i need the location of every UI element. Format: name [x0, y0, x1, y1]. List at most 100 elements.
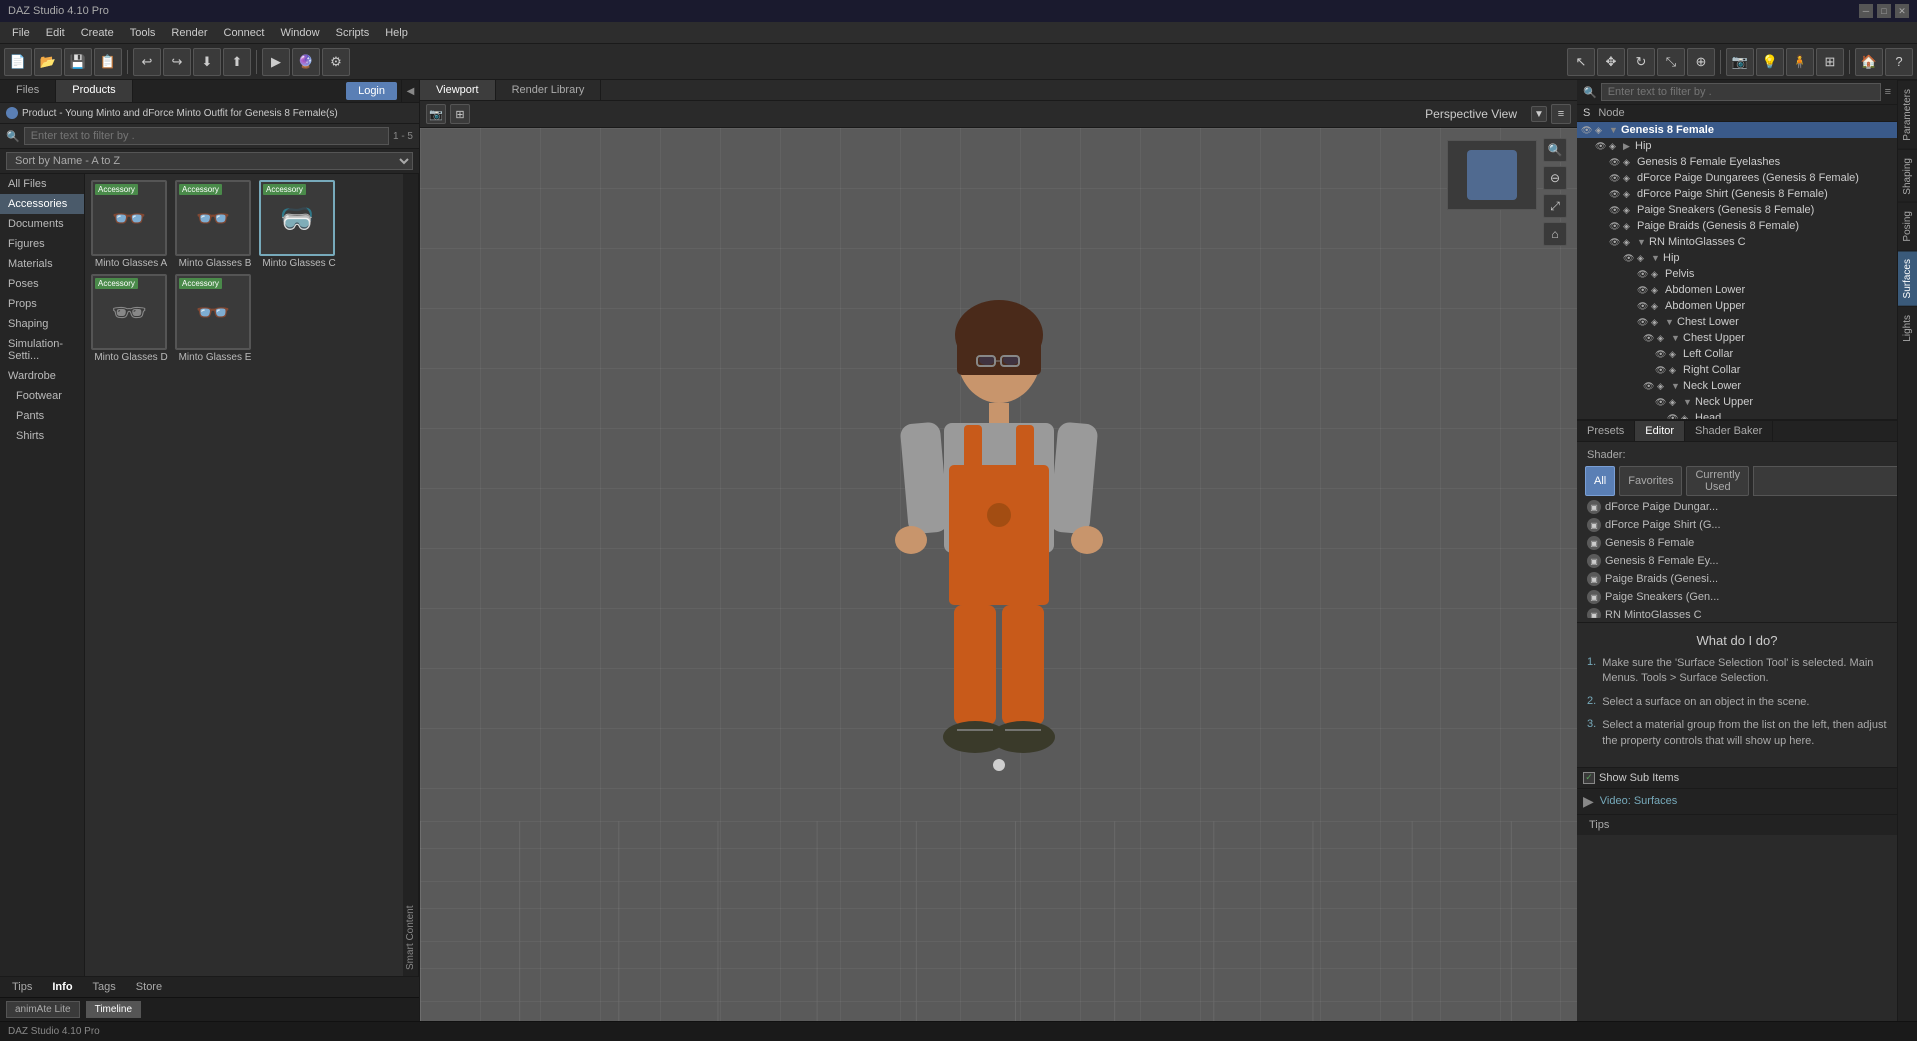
vtab-lights[interactable]: Lights: [1898, 306, 1917, 350]
tree-neck-upper[interactable]: 👁 ◈ ▼ Neck Upper: [1577, 394, 1897, 410]
save-as-btn[interactable]: 📋: [94, 48, 122, 76]
redo-btn[interactable]: ↪: [163, 48, 191, 76]
universal-btn[interactable]: ⊕: [1687, 48, 1715, 76]
anim-tab-lite[interactable]: animAte Lite: [6, 1001, 80, 1018]
eye-eyelashes[interactable]: 👁: [1609, 157, 1621, 168]
pose-btn[interactable]: 🧍: [1786, 48, 1814, 76]
tree-chest-upper[interactable]: 👁 ◈ ▼ Chest Upper: [1577, 330, 1897, 346]
minimize-btn[interactable]: ─: [1859, 4, 1873, 18]
filter-all-btn[interactable]: All: [1585, 466, 1615, 496]
filter-current-btn[interactable]: Currently Used: [1686, 466, 1749, 496]
expand-neck-upper[interactable]: ▼: [1683, 397, 1693, 407]
eye-left-collar[interactable]: 👁: [1655, 349, 1667, 360]
nav-wardrobe[interactable]: Wardrobe: [0, 366, 84, 386]
iray-btn[interactable]: 🔮: [292, 48, 320, 76]
tree-left-collar[interactable]: 👁 ◈ Left Collar: [1577, 346, 1897, 362]
vtab-posing[interactable]: Posing: [1898, 202, 1917, 250]
filter-favorites-btn[interactable]: Favorites: [1619, 466, 1682, 496]
tab-files[interactable]: Files: [0, 80, 56, 102]
shader-tab-presets[interactable]: Presets: [1577, 421, 1635, 441]
nav-shirts[interactable]: Shirts: [8, 426, 84, 446]
scene-search-input[interactable]: [1601, 83, 1881, 101]
tree-pelvis[interactable]: 👁 ◈ Pelvis: [1577, 266, 1897, 282]
tree-head[interactable]: 👁 ◈ Head: [1577, 410, 1897, 419]
home-view-btn[interactable]: ⌂: [1543, 222, 1567, 246]
tree-genesis8-female[interactable]: 👁 ◈ ▼ Genesis 8 Female: [1577, 122, 1897, 138]
save-btn[interactable]: 💾: [64, 48, 92, 76]
expand-glasses[interactable]: ▼: [1637, 237, 1647, 247]
tree-hip[interactable]: 👁 ◈ ▶ Hip: [1577, 138, 1897, 154]
menu-tools[interactable]: Tools: [122, 25, 164, 41]
shader-tab-editor[interactable]: Editor: [1635, 421, 1685, 441]
expand-hip2[interactable]: ▼: [1651, 253, 1661, 263]
tree-right-collar[interactable]: 👁 ◈ Right Collar: [1577, 362, 1897, 378]
anim-tab-timeline[interactable]: Timeline: [86, 1001, 141, 1018]
eye-dungarees[interactable]: 👁: [1609, 173, 1621, 184]
rotate-btn[interactable]: ↻: [1627, 48, 1655, 76]
vtab-shaping[interactable]: Shaping: [1898, 149, 1917, 203]
nav-documents[interactable]: Documents: [0, 214, 84, 234]
camera-btn[interactable]: 📷: [1726, 48, 1754, 76]
vtab-surfaces[interactable]: Surfaces: [1898, 250, 1917, 306]
sort-select[interactable]: Sort by Name - A to Z: [6, 152, 413, 170]
transform-btn[interactable]: ✥: [1597, 48, 1625, 76]
restore-btn[interactable]: □: [1877, 4, 1891, 18]
shader-item-dungarees[interactable]: ▣ dForce Paige Dungar...: [1581, 498, 1893, 516]
home-btn[interactable]: 🏠: [1855, 48, 1883, 76]
shader-item-shirt[interactable]: ▣ dForce Paige Shirt (G...: [1581, 516, 1893, 534]
tree-chest-lower[interactable]: 👁 ◈ ▼ Chest Lower: [1577, 314, 1897, 330]
tab-products[interactable]: Products: [56, 80, 132, 102]
eye-pelvis[interactable]: 👁: [1637, 269, 1649, 280]
scene-expand-icon[interactable]: ≡: [1885, 86, 1891, 98]
tree-hip2[interactable]: 👁 ◈ ▼ Hip: [1577, 250, 1897, 266]
nav-poses[interactable]: Poses: [0, 274, 84, 294]
eye-head[interactable]: 👁: [1667, 413, 1679, 420]
tree-braids[interactable]: 👁 ◈ Paige Braids (Genesis 8 Female): [1577, 218, 1897, 234]
eye-neck-lower[interactable]: 👁: [1643, 381, 1655, 392]
eye-hip[interactable]: 👁: [1595, 141, 1607, 152]
product-thumb-c[interactable]: Accessory 🥽 Minto Glasses C: [259, 180, 339, 270]
tips-tab-tips[interactable]: Tips: [4, 979, 40, 995]
new-btn[interactable]: 📄: [4, 48, 32, 76]
tips-tab-tags[interactable]: Tags: [85, 979, 124, 995]
tree-sneakers[interactable]: 👁 ◈ Paige Sneakers (Genesis 8 Female): [1577, 202, 1897, 218]
light-btn[interactable]: 💡: [1756, 48, 1784, 76]
viewport[interactable]: 🔍 ⊖ ⤢ ⌂: [420, 128, 1577, 1021]
product-thumb-d[interactable]: Accessory 🕶 Minto Glasses D: [91, 274, 171, 364]
import-btn[interactable]: ⬇: [193, 48, 221, 76]
tree-shirt[interactable]: 👁 ◈ dForce Paige Shirt (Genesis 8 Female…: [1577, 186, 1897, 202]
video-link[interactable]: ▶ Video: Surfaces: [1577, 788, 1897, 814]
vp-settings-btn[interactable]: ≡: [1551, 104, 1571, 124]
eye-chest-upper[interactable]: 👁: [1643, 333, 1655, 344]
tree-dungarees[interactable]: 👁 ◈ dForce Paige Dungarees (Genesis 8 Fe…: [1577, 170, 1897, 186]
menu-scripts[interactable]: Scripts: [328, 25, 378, 41]
nav-pants[interactable]: Pants: [8, 406, 84, 426]
settings-btn[interactable]: ⚙: [322, 48, 350, 76]
nav-accessories[interactable]: Accessories: [0, 194, 84, 214]
search-input[interactable]: [24, 127, 389, 145]
eye-shirt[interactable]: 👁: [1609, 189, 1621, 200]
vp-camera-select[interactable]: 📷: [426, 104, 446, 124]
nav-props[interactable]: Props: [0, 294, 84, 314]
eye-braids[interactable]: 👁: [1609, 221, 1621, 232]
tips-tab-store[interactable]: Store: [128, 979, 170, 995]
expand-hip[interactable]: ▶: [1623, 141, 1633, 152]
show-sub-checkbox[interactable]: [1583, 772, 1595, 784]
shader-item-sneakers[interactable]: ▣ Paige Sneakers (Gen...: [1581, 588, 1893, 606]
vp-perspective-dropdown[interactable]: ▼: [1531, 106, 1547, 122]
tips-tab-info[interactable]: Info: [44, 979, 80, 995]
nav-simulation[interactable]: Simulation-Setti...: [0, 334, 84, 366]
nav-figures[interactable]: Figures: [0, 234, 84, 254]
shader-item-genesis[interactable]: ▣ Genesis 8 Female: [1581, 534, 1893, 552]
eye-abdomen-lower[interactable]: 👁: [1637, 285, 1649, 296]
menu-window[interactable]: Window: [272, 25, 327, 41]
vp-grid-btn[interactable]: ⊞: [450, 104, 470, 124]
shader-item-genesis-ey[interactable]: ▣ Genesis 8 Female Ey...: [1581, 552, 1893, 570]
nav-all-files[interactable]: All Files: [0, 174, 84, 194]
menu-file[interactable]: File: [4, 25, 38, 41]
expand-neck-lower[interactable]: ▼: [1671, 381, 1681, 391]
login-button[interactable]: Login: [346, 82, 397, 100]
left-collapse-btn[interactable]: ◀: [401, 80, 419, 102]
expand-chest-lower[interactable]: ▼: [1665, 317, 1675, 327]
undo-btn[interactable]: ↩: [133, 48, 161, 76]
